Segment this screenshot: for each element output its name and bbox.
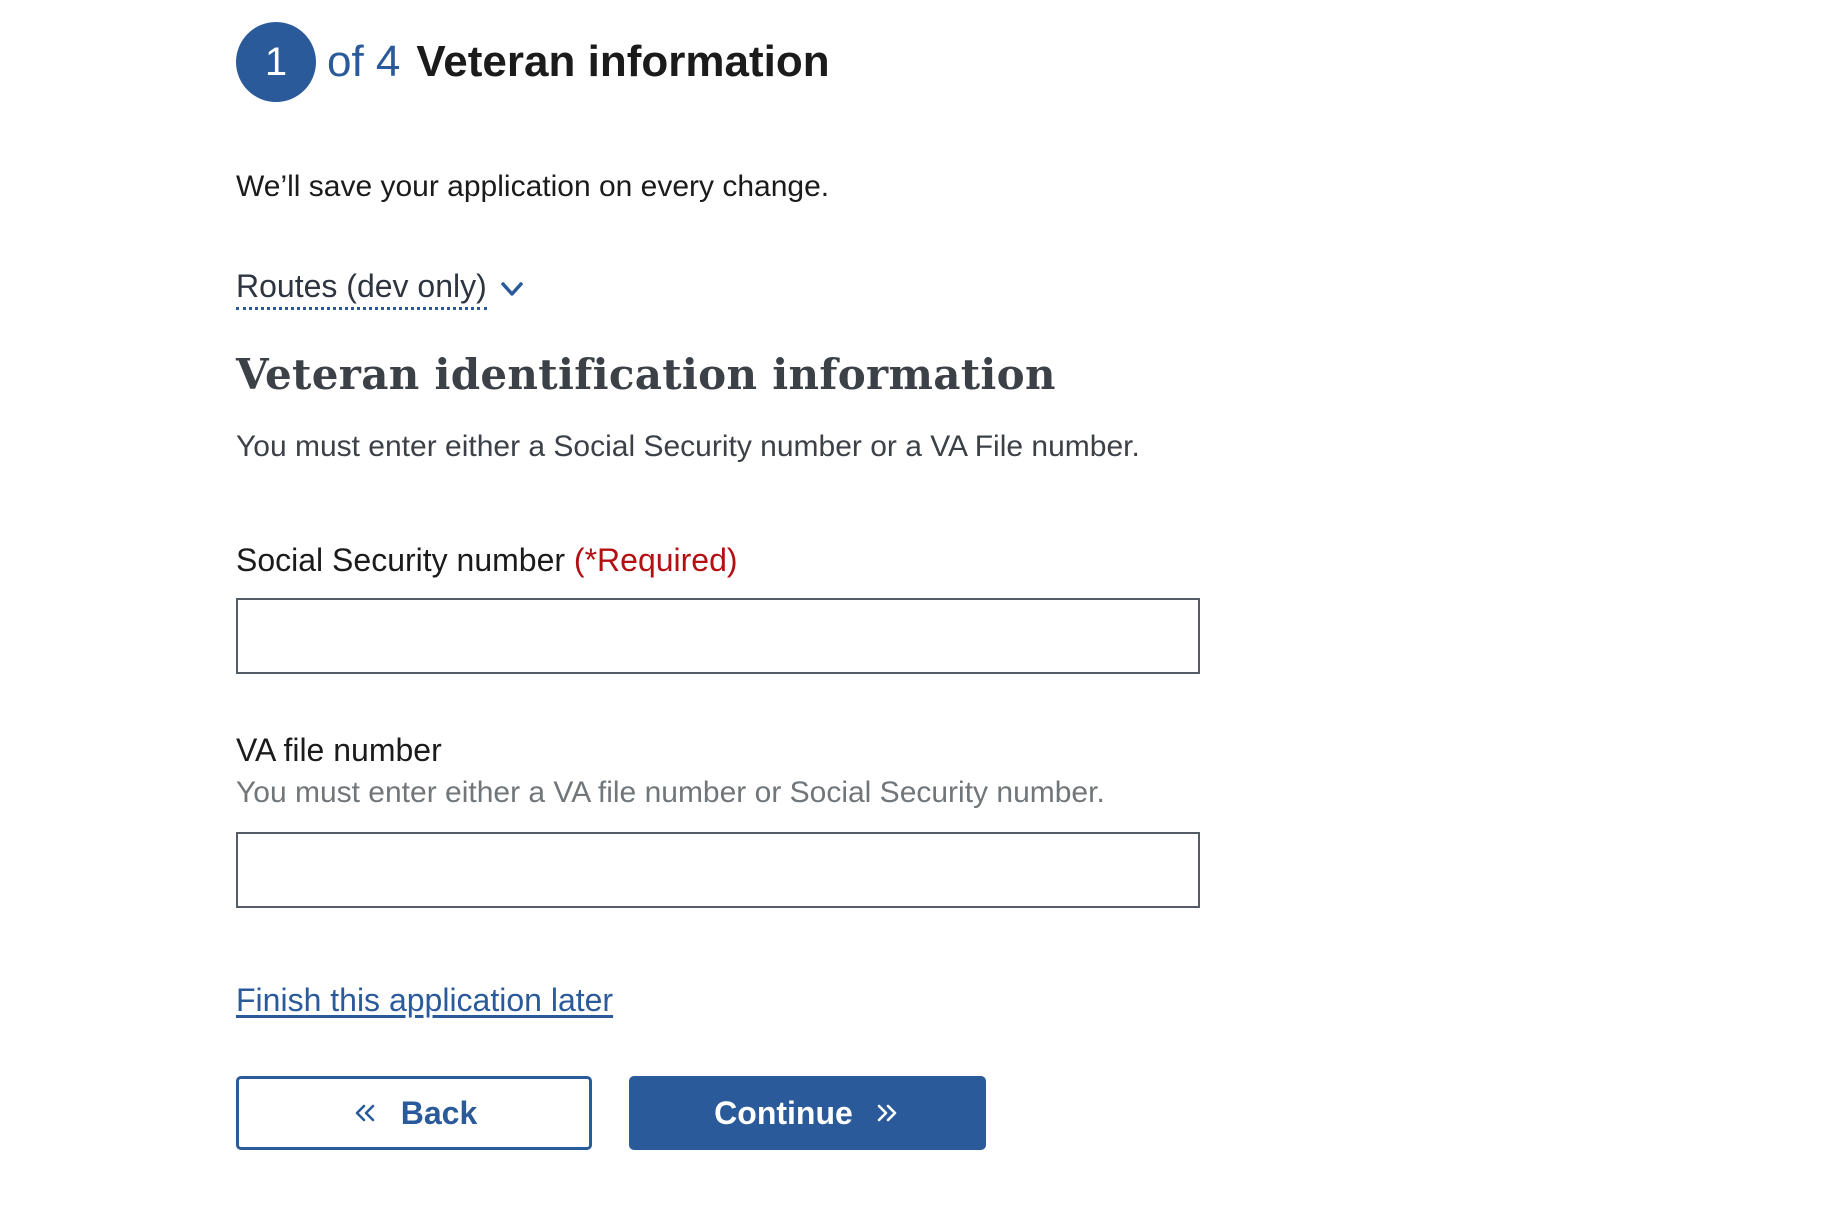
double-chevron-right-icon bbox=[873, 1099, 901, 1127]
step-number-badge: 1 bbox=[236, 22, 316, 102]
routes-dev-label: Routes (dev only) bbox=[236, 268, 487, 310]
routes-dev-toggle[interactable]: Routes (dev only) bbox=[236, 268, 525, 310]
continue-button[interactable]: Continue bbox=[629, 1076, 986, 1150]
autosave-note: We’ll save your application on every cha… bbox=[236, 170, 830, 203]
va-file-label: VA file number bbox=[236, 732, 442, 768]
ssn-input[interactable] bbox=[236, 598, 1200, 674]
section-heading: Veteran identification information bbox=[236, 350, 1056, 399]
page: 1 of 4 Veteran information We’ll save yo… bbox=[0, 0, 1838, 1232]
va-file-input[interactable] bbox=[236, 832, 1200, 908]
va-file-hint: You must enter either a VA file number o… bbox=[236, 776, 1105, 809]
back-button[interactable]: Back bbox=[236, 1076, 592, 1150]
finish-later-link[interactable]: Finish this application later bbox=[236, 982, 613, 1019]
ssn-label-text: Social Security number bbox=[236, 542, 566, 578]
chevron-down-icon bbox=[499, 276, 525, 302]
step-of-total: of 4 bbox=[327, 37, 401, 86]
continue-button-label: Continue bbox=[714, 1094, 853, 1131]
ssn-label: Social Security number (*Required) bbox=[236, 542, 738, 579]
double-chevron-left-icon bbox=[351, 1099, 379, 1127]
required-indicator: (*Required) bbox=[573, 542, 738, 578]
section-hint: You must enter either a Social Security … bbox=[236, 430, 1140, 463]
step-title: Veteran information bbox=[416, 37, 830, 86]
step-indicator: 1 of 4 Veteran information bbox=[236, 22, 830, 102]
back-button-label: Back bbox=[400, 1094, 478, 1131]
